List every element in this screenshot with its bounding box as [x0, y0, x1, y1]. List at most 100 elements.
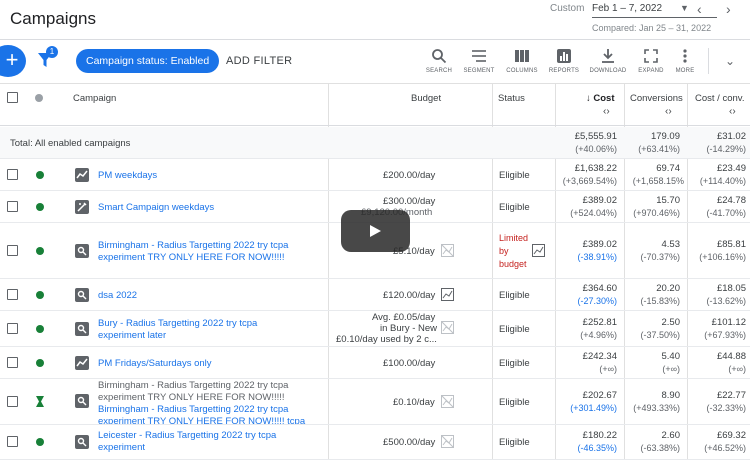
filter-chip-status[interactable]: Campaign status: Enabled [76, 49, 220, 73]
campaign-link[interactable]: Bury - Radius Targetting 2022 try tcpa e… [98, 318, 288, 342]
row-checkbox[interactable] [7, 436, 18, 447]
row-checkbox[interactable] [7, 201, 18, 212]
row-checkbox[interactable] [7, 289, 18, 300]
reports-tool[interactable]: REPORTS [544, 48, 584, 74]
conv-value: 2.50 [661, 317, 681, 328]
col-header-cost-conv[interactable]: Cost / conv. [695, 93, 744, 104]
date-underline [592, 17, 717, 18]
trend-chart-icon[interactable] [441, 288, 454, 301]
col-header-status[interactable]: Status [498, 93, 525, 104]
enabled-status-dot[interactable] [36, 203, 44, 211]
row-checkbox[interactable] [7, 323, 18, 334]
total-cost-conv-delta: (-14.29%) [706, 144, 746, 154]
conv-value: 5.40 [661, 351, 681, 362]
col-header-budget[interactable]: Budget [411, 93, 441, 104]
search-campaign-icon [75, 322, 89, 336]
status-value: Eligible [499, 324, 530, 335]
col-header-cost-label: Cost [593, 93, 615, 104]
cost-value: £1,638.22 [574, 163, 617, 174]
row-checkbox[interactable] [7, 396, 18, 407]
date-dropdown-icon[interactable]: ▼ [680, 3, 689, 13]
conv-value: 4.53 [661, 239, 681, 250]
col-header-cost[interactable]: ↓ Cost [586, 93, 615, 104]
table-header [0, 84, 750, 126]
campaign-link[interactable]: PM weekdays [98, 170, 157, 182]
collapse-chevron-icon[interactable]: ⌄ [725, 54, 735, 68]
campaign-link[interactable]: PM Fridays/Saturdays only [98, 358, 212, 370]
row-checkbox[interactable] [7, 245, 18, 256]
budget-shared-line1[interactable]: Avg. £0.05/day [372, 312, 435, 323]
date-range-picker[interactable]: Feb 1 – 7, 2022 [592, 3, 662, 14]
status-limited-line2: by [499, 246, 509, 256]
toolbar-divider [708, 48, 709, 74]
chevron-right-icon[interactable]: › [726, 1, 731, 17]
conv-delta: (-63.38%) [640, 443, 680, 453]
budget-value[interactable]: £500.00/day [383, 437, 435, 448]
segment-tool-label: SEGMENT [463, 68, 495, 74]
campaign-link[interactable]: Leicester - Radius Targetting 2022 try t… [98, 430, 293, 454]
col-header-campaign[interactable]: Campaign [73, 93, 116, 104]
budget-value[interactable]: £120.00/day [383, 290, 435, 301]
enabled-status-dot[interactable] [36, 359, 44, 367]
more-tool[interactable]: MORE [665, 48, 705, 74]
columns-tool-label: COLUMNS [506, 68, 538, 74]
reports-icon [557, 49, 571, 63]
enabled-status-dot[interactable] [36, 325, 44, 333]
row-checkbox[interactable] [7, 169, 18, 180]
campaign-link[interactable]: Smart Campaign weekdays [98, 202, 214, 214]
more-vert-icon [683, 49, 687, 63]
add-filter-button[interactable]: ADD FILTER [226, 55, 292, 67]
budget-value[interactable]: £0.10/day [393, 397, 435, 408]
cost-value: £242.34 [582, 351, 617, 362]
cost-delta: (+524.04%) [570, 208, 617, 218]
conv-delta: (-70.37%) [640, 252, 680, 262]
cost-value: £202.67 [582, 390, 617, 401]
budget-value[interactable]: £100.00/day [383, 358, 435, 369]
col-header-conversions[interactable]: Conversions [630, 93, 684, 104]
enabled-status-dot[interactable] [36, 291, 44, 299]
cost-value: £180.22 [582, 430, 617, 441]
total-cost-conv: £31.02 [716, 131, 746, 142]
total-label: Total: All enabled campaigns [10, 138, 131, 149]
cost-conv-delta: (+106.16%) [699, 252, 746, 262]
budget-value[interactable]: £200.00/day [383, 170, 435, 181]
date-compare-label: Compared: Jan 25 – 31, 2022 [592, 23, 712, 33]
compare-arrows-icon[interactable]: ‹› [665, 106, 672, 117]
status-value: Eligible [499, 290, 530, 301]
enabled-status-dot[interactable] [36, 171, 44, 179]
cost-value: £389.02 [582, 239, 617, 250]
budget-value[interactable]: £300.00/day [383, 196, 435, 207]
trend-chart-icon[interactable] [532, 244, 545, 257]
compare-arrows-icon[interactable]: ‹› [603, 106, 610, 117]
download-tool[interactable]: DOWNLOAD [588, 48, 628, 74]
enabled-status-dot[interactable] [36, 438, 44, 446]
compare-arrows-icon[interactable]: ‹› [729, 106, 736, 117]
cost-conv-value: £18.05 [716, 283, 746, 294]
status-limited[interactable]: Limited by budget [499, 232, 528, 271]
experiment-status-icon[interactable] [35, 396, 45, 407]
cost-delta: (-27.30%) [577, 296, 617, 306]
status-value: Eligible [499, 437, 530, 448]
play-icon [370, 225, 381, 237]
segment-tool[interactable]: SEGMENT [459, 48, 499, 74]
cost-value: £389.02 [582, 195, 617, 206]
cost-delta: (+∞) [599, 364, 617, 374]
search-campaign-icon [75, 394, 89, 408]
conv-delta: (+493.33%) [633, 403, 680, 413]
cost-value: £252.81 [582, 317, 617, 328]
conv-value: 8.90 [661, 390, 681, 401]
columns-tool[interactable]: COLUMNS [502, 48, 542, 74]
chevron-left-icon[interactable]: ‹ [697, 1, 702, 17]
search-tool[interactable]: SEARCH [419, 48, 459, 74]
performance-max-icon [75, 168, 89, 182]
campaign-link[interactable]: Birmingham - Radius Targetting 2022 try … [98, 404, 313, 424]
select-all-checkbox[interactable] [7, 92, 18, 103]
row-checkbox[interactable] [7, 357, 18, 368]
conv-delta: (+∞) [662, 364, 680, 374]
budget-shared-line2: in Bury - New [380, 323, 438, 334]
campaign-link[interactable]: dsa 2022 [98, 290, 137, 302]
conv-value: 15.70 [656, 195, 680, 206]
enabled-status-dot[interactable] [36, 247, 44, 255]
cost-conv-value: £23.49 [716, 163, 746, 174]
campaign-link[interactable]: Birmingham - Radius Targetting 2022 try … [98, 240, 303, 264]
